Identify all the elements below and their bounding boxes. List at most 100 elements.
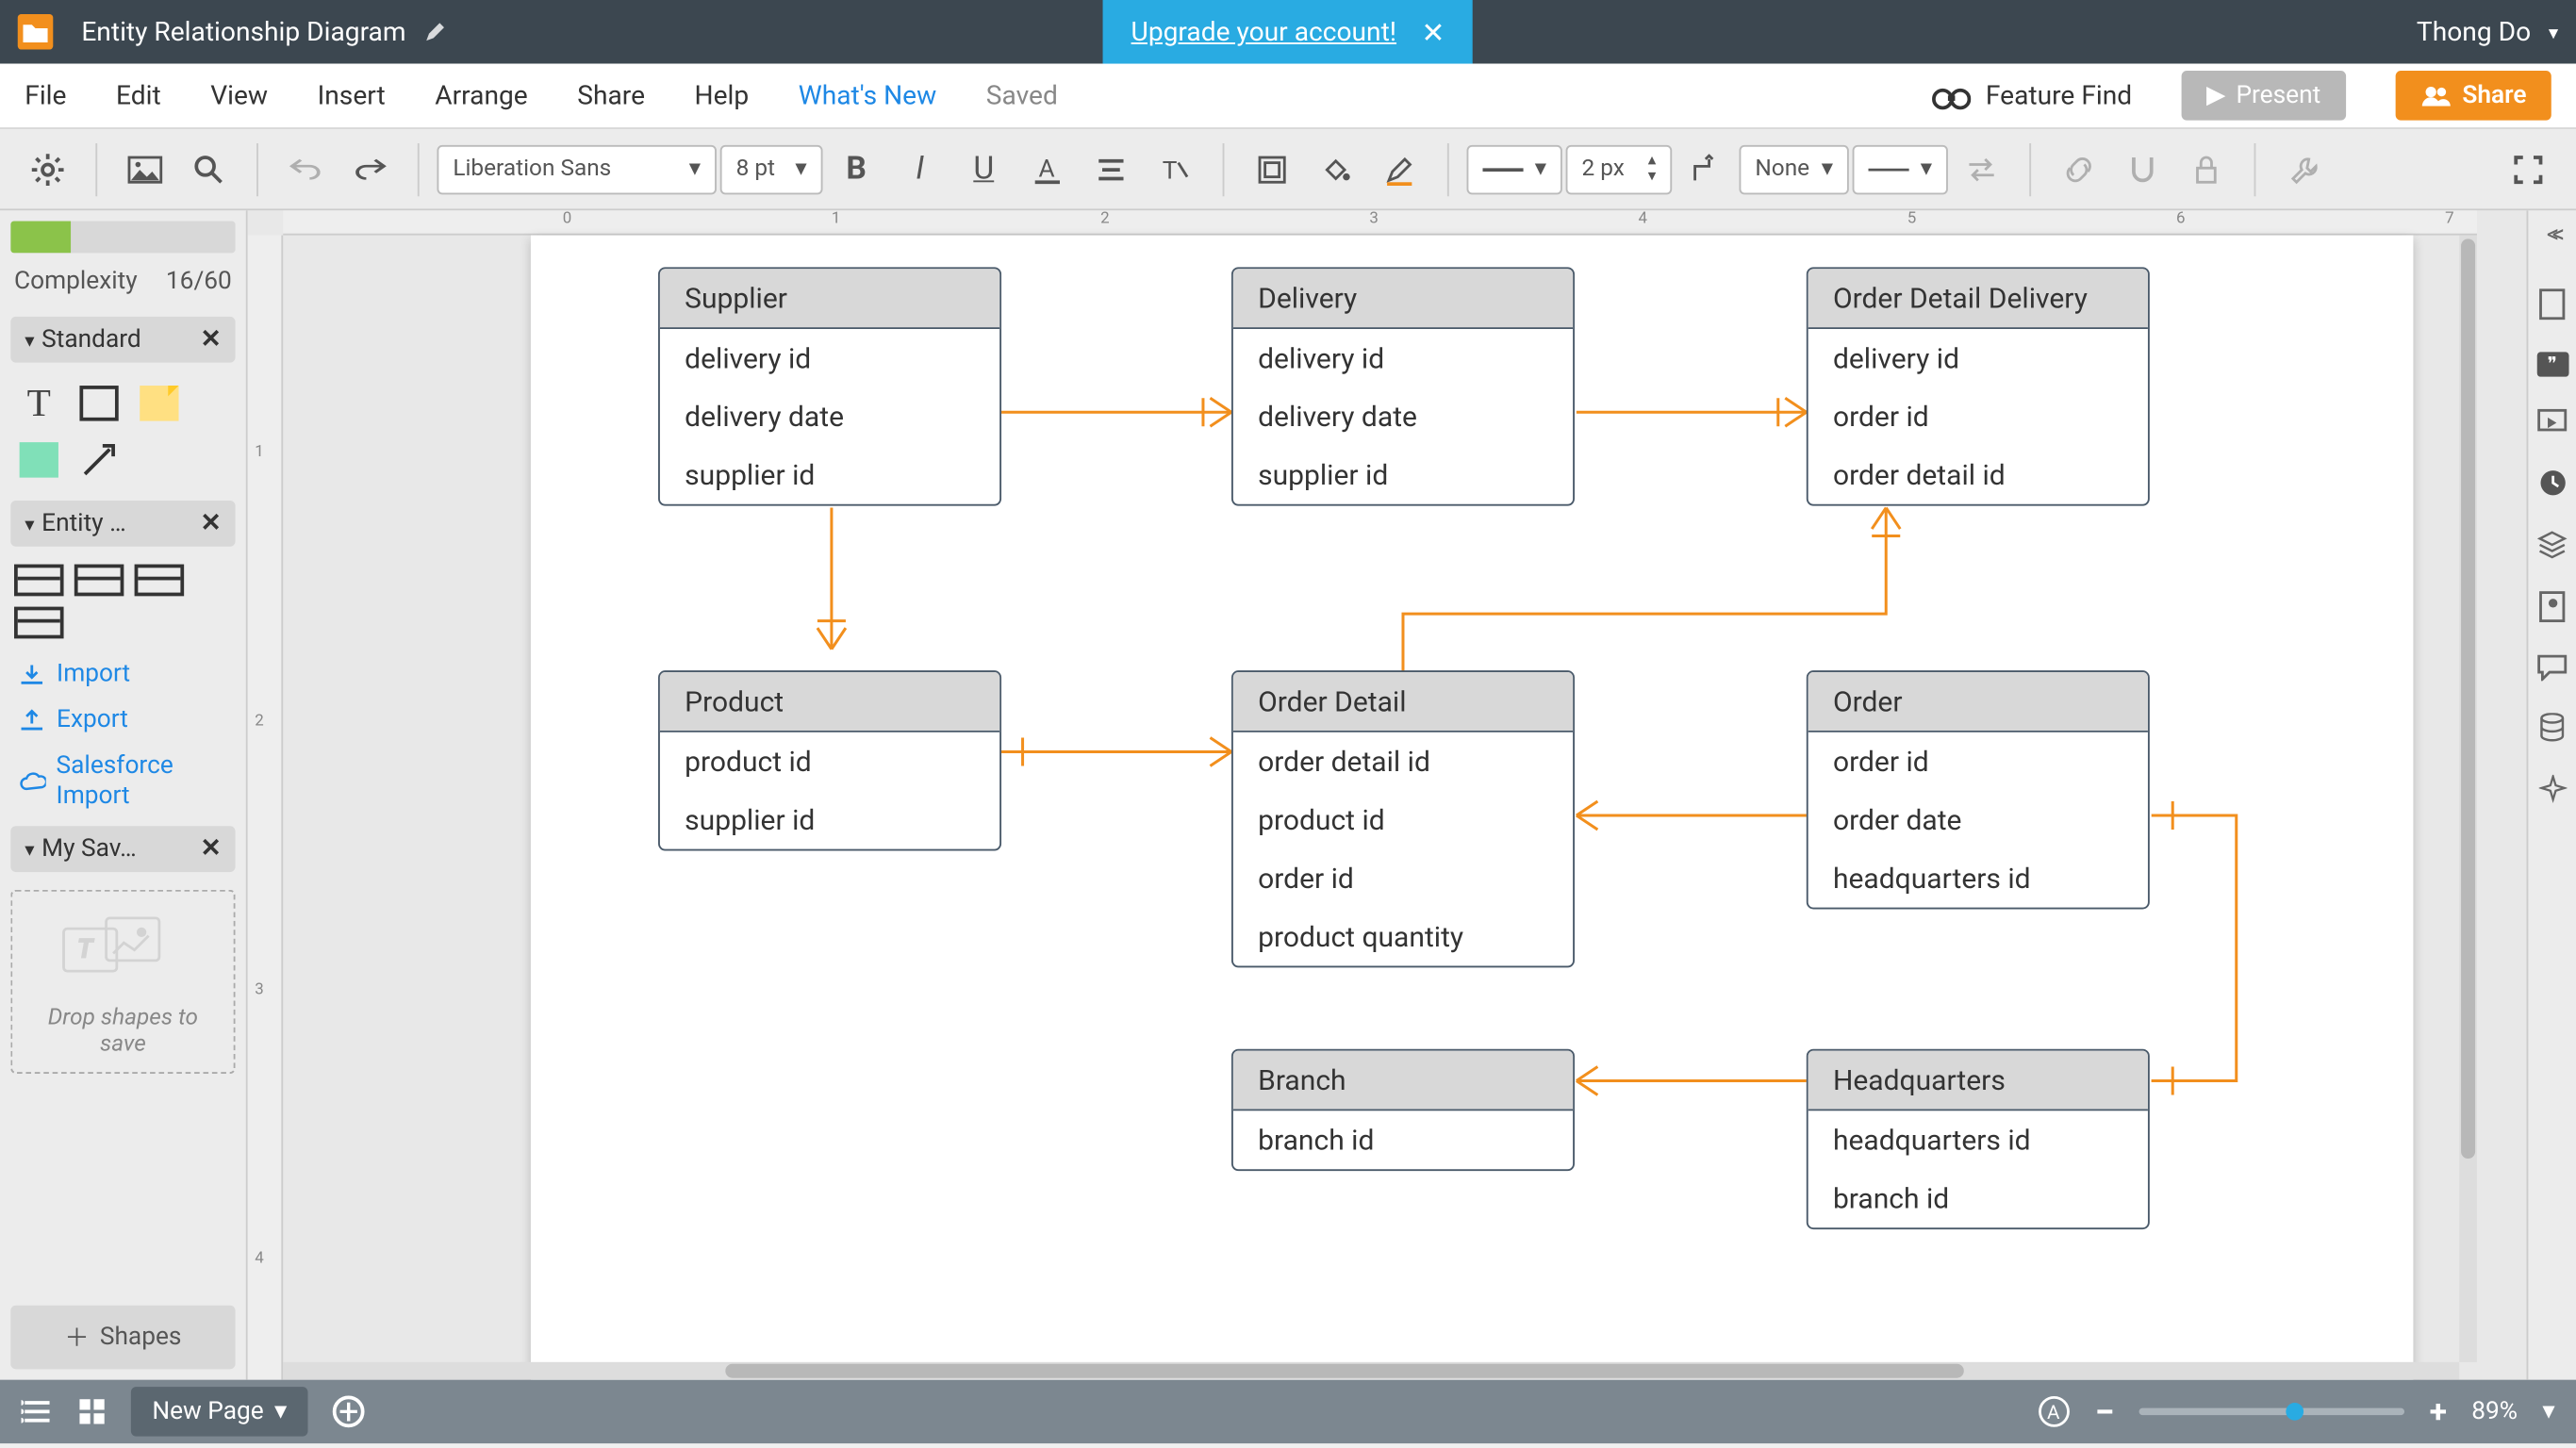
presentation-icon[interactable]: [2537, 408, 2568, 436]
spark-icon[interactable]: [2538, 775, 2567, 803]
zoom-out-icon[interactable]: −: [2095, 1390, 2115, 1433]
underline-icon[interactable]: U: [953, 139, 1014, 199]
redo-icon[interactable]: [339, 139, 400, 199]
menu-arrange[interactable]: Arrange: [435, 79, 527, 111]
present-button[interactable]: ▶ Present: [2182, 71, 2346, 121]
page[interactable]: Supplier delivery id delivery date suppl…: [531, 236, 2413, 1380]
caret-down-icon[interactable]: ▾: [2542, 1397, 2554, 1425]
entity-branch[interactable]: Branch branch id: [1231, 1049, 1575, 1171]
layers-icon[interactable]: [2537, 529, 2568, 559]
import-link[interactable]: Import: [10, 656, 235, 692]
settings-gear-icon[interactable]: [18, 139, 78, 199]
text-shape[interactable]: T: [14, 380, 64, 426]
arrow-shape[interactable]: [74, 436, 124, 483]
swap-ends-icon[interactable]: [1952, 139, 2012, 199]
shape-fill-icon[interactable]: [1242, 139, 1302, 199]
entity-shape-1[interactable]: [14, 565, 64, 597]
canvas[interactable]: 0 1 2 3 4 5 6 7 1 2 3 4: [248, 210, 2527, 1379]
entity-order-detail[interactable]: Order Detail order detail id product id …: [1231, 670, 1575, 967]
section-standard[interactable]: Standard✕: [10, 317, 235, 363]
vertical-scrollbar[interactable]: [2459, 236, 2477, 1362]
entity-order[interactable]: Order order id order date headquarters i…: [1807, 670, 2150, 909]
horizontal-scrollbar[interactable]: [283, 1362, 2459, 1380]
menu-edit[interactable]: Edit: [116, 79, 161, 111]
entity-order-detail-delivery[interactable]: Order Detail Delivery delivery id order …: [1807, 267, 2150, 505]
saved-shapes-dropzone[interactable]: T Drop shapes to save: [10, 889, 235, 1073]
entity-delivery[interactable]: Delivery delivery id delivery date suppl…: [1231, 267, 1575, 505]
entity-shape-2[interactable]: [74, 565, 124, 597]
upgrade-link[interactable]: Upgrade your account!: [1131, 16, 1396, 48]
link-icon[interactable]: [2049, 139, 2109, 199]
quote-icon[interactable]: ❞: [2536, 352, 2568, 376]
line-style-select[interactable]: ▾: [1467, 144, 1562, 194]
line-width-select[interactable]: 2 px▴▾: [1566, 144, 1673, 194]
close-icon[interactable]: ✕: [201, 509, 222, 537]
salesforce-import-link[interactable]: Salesforce Import: [10, 749, 235, 815]
paint-icon[interactable]: [2539, 591, 2566, 623]
feature-find[interactable]: Feature Find: [1933, 79, 2133, 111]
section-entity[interactable]: Entity …✕: [10, 501, 235, 547]
collapse-dock-icon[interactable]: <<: [2547, 222, 2558, 250]
menu-view[interactable]: View: [210, 79, 268, 111]
entity-title: Supplier: [660, 269, 999, 329]
filled-rect-shape[interactable]: [14, 436, 64, 483]
bold-icon[interactable]: B: [826, 139, 886, 199]
arrow-start-select[interactable]: None▾: [1740, 144, 1849, 194]
menu-whats-new[interactable]: What's New: [799, 79, 936, 111]
italic-icon[interactable]: I: [890, 139, 950, 199]
shapes-button[interactable]: ＋ Shapes: [10, 1306, 235, 1370]
section-mysaved[interactable]: My Sav…✕: [10, 826, 235, 872]
text-clear-icon[interactable]: T: [1145, 139, 1205, 199]
wrench-icon[interactable]: [2273, 139, 2334, 199]
menu-insert[interactable]: Insert: [318, 79, 386, 111]
document-title[interactable]: Entity Relationship Diagram: [81, 16, 405, 48]
data-icon[interactable]: [2539, 713, 2566, 743]
autosave-icon[interactable]: A: [2039, 1395, 2071, 1427]
entity-shape-4[interactable]: [14, 607, 64, 639]
add-page-icon[interactable]: +: [333, 1395, 365, 1427]
line-routing-icon[interactable]: [1676, 139, 1736, 199]
menu-help[interactable]: Help: [695, 79, 750, 111]
share-button[interactable]: Share: [2395, 71, 2551, 121]
border-color-icon[interactable]: [1369, 139, 1429, 199]
page-icon[interactable]: [2539, 288, 2566, 321]
entity-product[interactable]: Product product id supplier id: [658, 670, 1001, 850]
zoom-value[interactable]: 89%: [2471, 1397, 2518, 1425]
text-color-icon[interactable]: A: [1017, 139, 1078, 199]
zoom-slider[interactable]: [2139, 1408, 2404, 1416]
magnet-icon[interactable]: [2112, 139, 2172, 199]
close-icon[interactable]: ✕: [201, 325, 222, 354]
lock-icon[interactable]: [2176, 139, 2237, 199]
close-icon[interactable]: ✕: [201, 834, 222, 863]
doc-folder-icon[interactable]: [18, 14, 54, 50]
align-icon[interactable]: [1081, 139, 1141, 199]
page-tab[interactable]: New Page ▾: [131, 1387, 308, 1437]
rect-shape[interactable]: [74, 380, 124, 426]
entity-shape-3[interactable]: [135, 565, 185, 597]
grid-icon[interactable]: [78, 1397, 107, 1425]
history-icon[interactable]: [2538, 469, 2567, 497]
zoom-in-icon[interactable]: +: [2430, 1393, 2447, 1430]
entity-row: delivery id: [660, 329, 999, 387]
search-icon[interactable]: [179, 139, 239, 199]
user-menu[interactable]: Thong Do: [2417, 16, 2558, 48]
export-link[interactable]: Export: [10, 702, 235, 738]
edit-title-icon[interactable]: [423, 20, 448, 44]
note-shape[interactable]: [135, 380, 185, 426]
menu-file[interactable]: File: [25, 79, 66, 111]
menu-share[interactable]: Share: [577, 79, 645, 111]
fill-bucket-icon[interactable]: [1306, 139, 1366, 199]
upgrade-close-icon[interactable]: ✕: [1421, 15, 1445, 49]
font-select[interactable]: Liberation Sans▾: [437, 144, 716, 194]
fullscreen-icon[interactable]: [2498, 139, 2558, 199]
comment-icon[interactable]: [2537, 654, 2568, 681]
undo-icon[interactable]: [276, 139, 337, 199]
arrow-end-select[interactable]: ▾: [1853, 144, 1948, 194]
entity-title: Order Detail: [1233, 672, 1573, 732]
image-icon[interactable]: [115, 139, 175, 199]
caret-down-icon: ▾: [1921, 156, 1932, 182]
entity-supplier[interactable]: Supplier delivery id delivery date suppl…: [658, 267, 1001, 505]
entity-headquarters[interactable]: Headquarters headquarters id branch id: [1807, 1049, 2150, 1229]
outline-icon[interactable]: [22, 1399, 54, 1423]
font-size-select[interactable]: 8 pt▾: [720, 144, 823, 194]
